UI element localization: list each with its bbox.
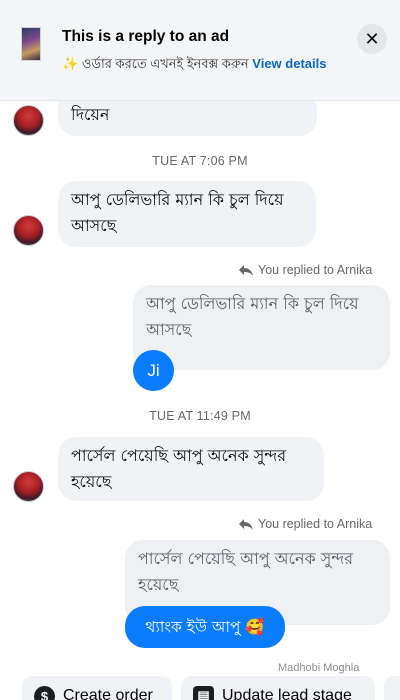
reply-notice: You replied to Arnika <box>238 517 372 531</box>
create-order-button[interactable]: $ Create order <box>22 676 172 700</box>
view-details-link[interactable]: View details <box>252 56 326 71</box>
reply-notice: You replied to Arnika <box>238 263 372 277</box>
reply-arrow-icon <box>239 518 253 530</box>
outgoing-message[interactable]: Ji <box>133 350 174 391</box>
avatar[interactable] <box>13 105 44 136</box>
avatar[interactable] <box>13 215 44 246</box>
reply-notice-text: You replied to Arnika <box>258 263 373 277</box>
avatar[interactable] <box>13 471 44 502</box>
ad-body-text: ওর্ডার করতে এখনই ইনবক্স করুন <box>81 56 249 71</box>
close-icon[interactable]: ✕ <box>357 24 387 54</box>
timestamp: TUE AT 7:06 PM <box>152 154 248 168</box>
contact-card-icon: ▤ <box>193 685 214 700</box>
more-action-chip[interactable] <box>384 676 400 700</box>
timestamp: TUE AT 11:49 PM <box>149 409 251 423</box>
sparkles-icon: ✨ <box>62 56 79 71</box>
reply-arrow-icon <box>239 264 253 276</box>
dollar-icon: $ <box>34 685 55 700</box>
incoming-message[interactable]: পার্সেল পেয়েছি আপু অনেক সুন্দর হয়েছে <box>58 437 324 501</box>
create-order-label: Create order <box>63 687 153 700</box>
update-lead-stage-button[interactable]: ▤ Update lead stage <box>181 676 375 700</box>
ad-banner-title: This is a reply to an ad <box>62 28 230 45</box>
quoted-message[interactable]: আপু ডেলিভারি ম্যান কি চুল দিয়ে আসছে <box>133 285 390 370</box>
seen-by-label: Madhobi Moghla <box>278 662 360 674</box>
update-lead-stage-label: Update lead stage <box>222 687 352 700</box>
ad-thumbnail <box>21 27 41 61</box>
incoming-message[interactable]: আপু ডেলিভারি ম্যান কি চুল দিয়ে আসছে <box>58 181 316 247</box>
reply-notice-text: You replied to Arnika <box>258 517 373 531</box>
outgoing-message[interactable]: থ্যাংক ইউ আপু 🥰 <box>125 606 285 648</box>
ad-banner-body: ✨ ওর্ডার করতে এখনই ইনবক্স করুন View deta… <box>62 54 337 73</box>
ad-reply-banner[interactable]: This is a reply to an ad ✨ ওর্ডার করতে এ… <box>0 0 400 101</box>
